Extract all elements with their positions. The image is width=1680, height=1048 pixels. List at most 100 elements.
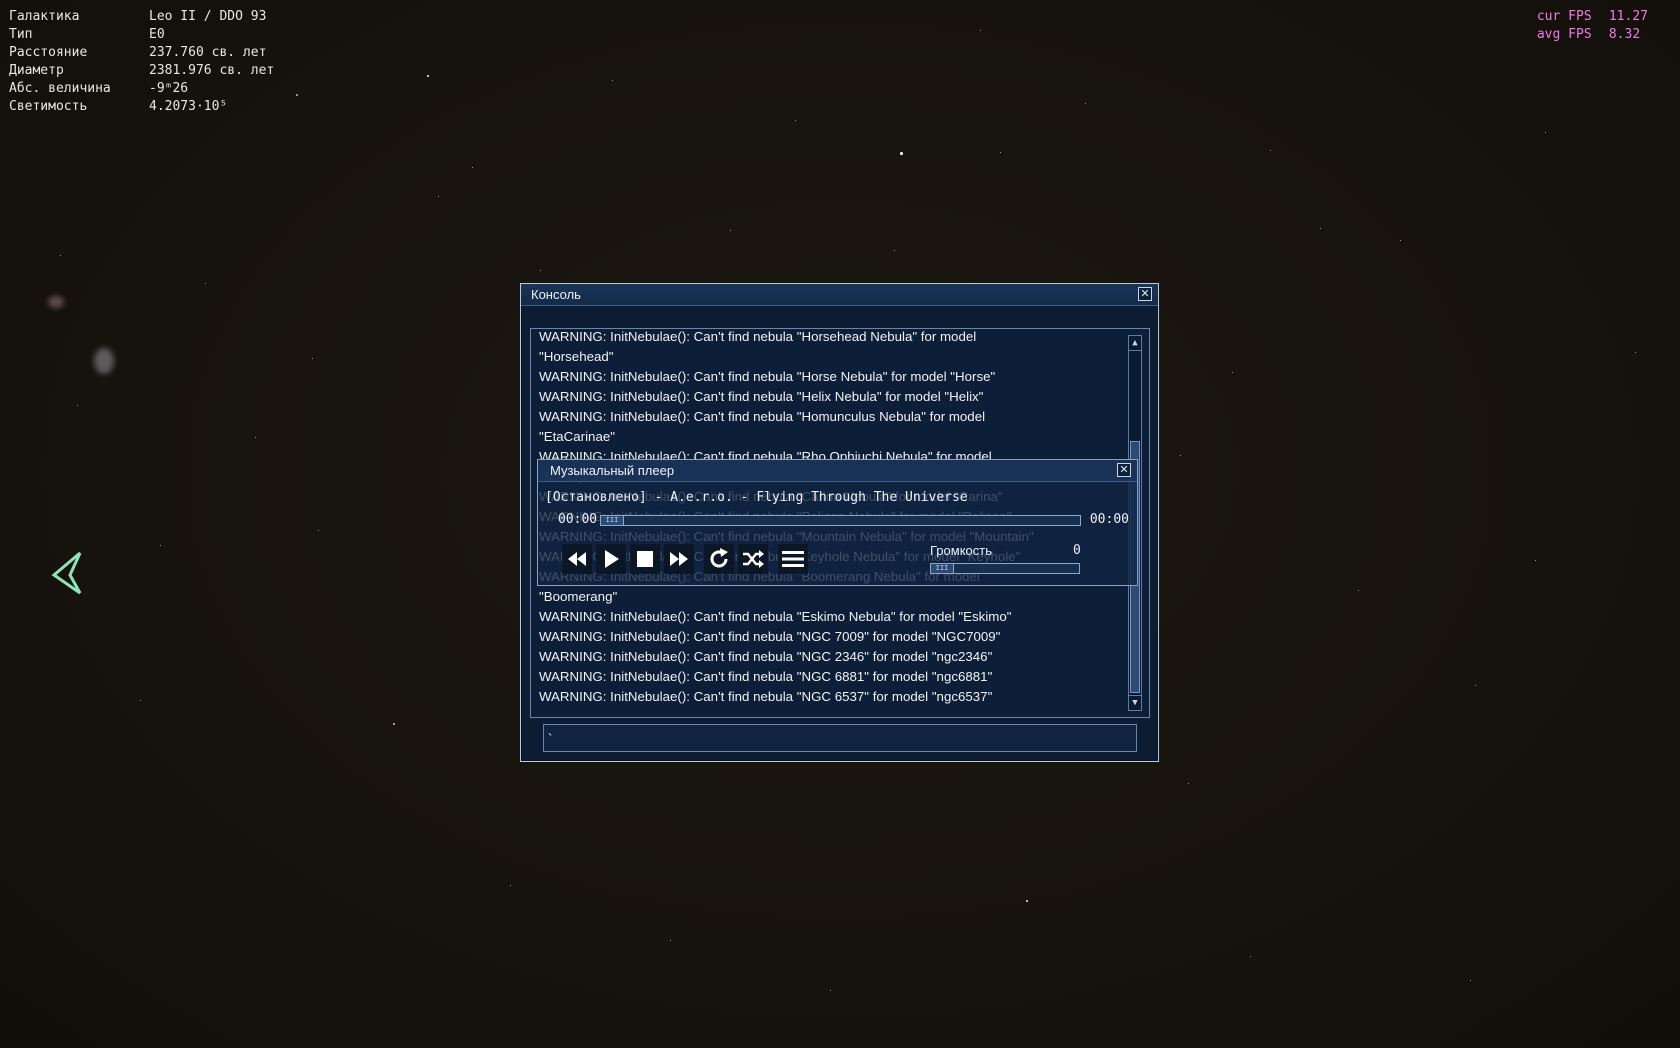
star [900,152,903,155]
scroll-down-icon[interactable]: ▼ [1129,695,1141,710]
star [540,270,541,271]
info-row: Светимость 4.2073·10⁵ [9,98,274,116]
info-row: Диаметр 2381.976 св. лет [9,62,274,80]
player-titlebar[interactable]: Музыкальный плеер ✕ [538,460,1137,482]
star [510,885,512,887]
player-close-button[interactable]: ✕ [1117,463,1131,477]
info-label: Светимость [9,99,88,114]
scroll-up-icon[interactable]: ▲ [1129,336,1141,351]
star [1535,560,1537,562]
star [1635,352,1636,353]
volume-slider-thumb[interactable]: III [931,564,954,573]
info-row: Абс. величина -9ᵐ26 [9,80,274,98]
info-value: 237.760 св. лет [149,45,267,60]
info-label: Расстояние [9,45,88,60]
playlist-icon [782,551,804,567]
fps-cur-label: cur FPS [1536,9,1592,24]
info-row: Расстояние 237.760 св. лет [9,44,274,62]
star [255,437,257,439]
console-close-button[interactable]: ✕ [1138,287,1152,301]
star [472,167,474,169]
shuffle-button[interactable] [738,544,768,574]
object-info-panel: Галактика Leo II / DDO 93 Тип E0 Расстояни… [9,8,274,116]
music-player-window: Музыкальный плеер ✕ [Остановлено] - A.e.… [537,459,1138,586]
navigation-arrow-icon[interactable] [50,550,84,600]
log-line: "Horsehead" [539,349,614,364]
log-line: "EtaCarinae" [539,429,615,444]
shuffle-icon [743,550,764,568]
star [1270,150,1272,152]
info-value: E0 [149,27,165,42]
star [1358,590,1359,591]
galaxy-blob [94,348,114,374]
star [1232,372,1233,373]
star [296,94,298,96]
console-input[interactable] [543,724,1137,752]
star [427,75,430,78]
rewind-icon [568,552,586,566]
playlist-button[interactable] [778,544,808,574]
log-line: WARNING: InitNebulae(): Can't find nebul… [539,629,1001,644]
stop-icon [637,551,653,567]
progress-slider-thumb[interactable]: III [601,516,624,525]
info-value: 4.2073·10⁵ [149,99,228,114]
galaxy-blob [48,296,64,308]
player-title: Музыкальный плеер [550,463,675,478]
console-title: Консоль [531,287,581,302]
log-line: WARNING: InitNebulae(): Can't find nebul… [539,669,993,684]
volume-value: 0 [1073,543,1081,558]
stop-button[interactable] [630,544,660,574]
log-line: WARNING: InitNebulae(): Can't find nebul… [539,409,986,424]
star [980,30,981,31]
progress-slider[interactable]: III [600,515,1081,526]
star [830,990,831,991]
star [1475,685,1477,687]
log-line: WARNING: InitNebulae(): Can't find nebul… [539,369,996,384]
log-line: WARNING: InitNebulae(): Can't find nebul… [539,689,993,704]
info-row: Тип E0 [9,26,274,44]
volume-slider[interactable]: III [930,563,1080,574]
star [140,700,141,701]
star [60,255,61,256]
star [730,230,731,231]
info-value: Leo II / DDO 93 [149,9,267,24]
player-controls [562,544,812,574]
fps-avg-value: 8.32 [1608,27,1641,42]
star [318,530,320,532]
fps-cur-value: 11.27 [1608,9,1648,24]
star [1545,132,1546,133]
log-line: "Boomerang" [539,589,618,604]
star [205,283,207,285]
star [393,723,395,725]
fast-forward-icon [670,552,688,566]
star [1320,228,1322,230]
star [1470,980,1471,981]
log-line: WARNING: InitNebulae(): Can't find nebul… [539,329,977,344]
console-titlebar[interactable]: Консоль ✕ [521,284,1158,306]
star [612,80,614,82]
info-row: Галактика Leo II / DDO 93 [9,8,274,26]
log-line: WARNING: InitNebulae(): Can't find nebul… [539,609,1012,624]
repeat-button[interactable] [704,544,734,574]
play-icon [605,550,619,568]
fps-avg-label: avg FPS [1536,27,1592,42]
fast-forward-button[interactable] [664,544,694,574]
info-label: Абс. величина [9,81,111,96]
star [160,545,161,546]
star [894,250,896,252]
star [312,358,314,360]
star [1250,956,1251,957]
time-total: 00:00 [1089,512,1129,527]
star [77,405,78,406]
volume-label: Громкость [930,543,992,558]
rewind-button[interactable] [562,544,592,574]
track-status: [Остановлено] - A.e.r.o. - Flying Throug… [545,490,968,505]
star [438,196,440,198]
star [795,120,797,122]
time-current: 00:00 [558,512,598,527]
star [1400,240,1402,242]
info-label: Тип [9,27,33,42]
play-button[interactable] [596,544,626,574]
info-label: Диаметр [9,63,64,78]
log-line: WARNING: InitNebulae(): Can't find nebul… [539,389,984,404]
